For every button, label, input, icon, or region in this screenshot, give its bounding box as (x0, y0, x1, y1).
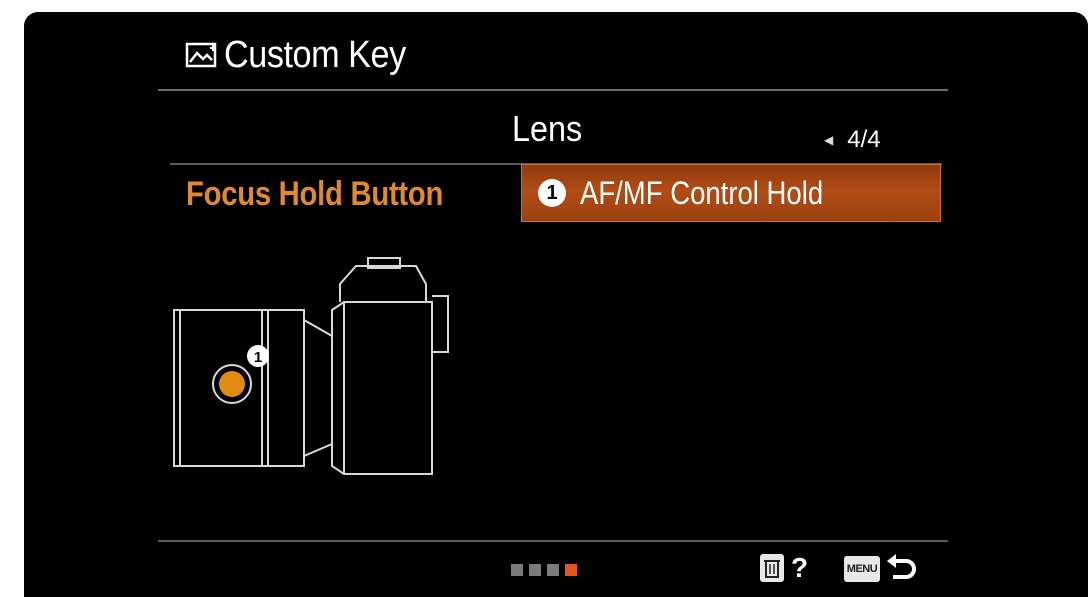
callout-number: 1 (254, 349, 262, 366)
lens-button-illustration: 1 (173, 257, 449, 475)
page-dots (511, 564, 577, 576)
footer-divider (158, 540, 948, 542)
menu-icon: MENU (844, 556, 880, 582)
page-dot (511, 564, 523, 576)
header-divider (158, 89, 948, 91)
help-control[interactable]: ? (759, 552, 808, 584)
page-dot (547, 564, 559, 576)
playback-custom-icon (185, 42, 217, 67)
back-control[interactable]: MENU (844, 552, 918, 586)
button-number-badge: 1 (538, 179, 566, 207)
page-indicator: ◀ 4/4 (824, 126, 881, 154)
trash-icon (760, 554, 784, 582)
lens-button-dot (219, 371, 245, 397)
back-icon (887, 554, 916, 579)
page-title: Lens (512, 108, 583, 149)
camera-menu-screen: Custom Key Lens ◀ 4/4 Focus Hold Button … (24, 12, 1088, 597)
left-arrow-icon[interactable]: ◀ (824, 133, 833, 147)
setting-value-text: AF/MF Control Hold (580, 174, 824, 211)
menu-header: Custom Key (184, 34, 426, 77)
help-label: ? (791, 552, 809, 583)
page-dot-active (565, 564, 577, 576)
menu-title: Custom Key (224, 34, 406, 76)
page-dot (529, 564, 541, 576)
setting-label: Focus Hold Button (186, 175, 444, 213)
page-number: 4/4 (847, 126, 881, 153)
setting-value-selected[interactable]: 1 AF/MF Control Hold (521, 164, 941, 222)
